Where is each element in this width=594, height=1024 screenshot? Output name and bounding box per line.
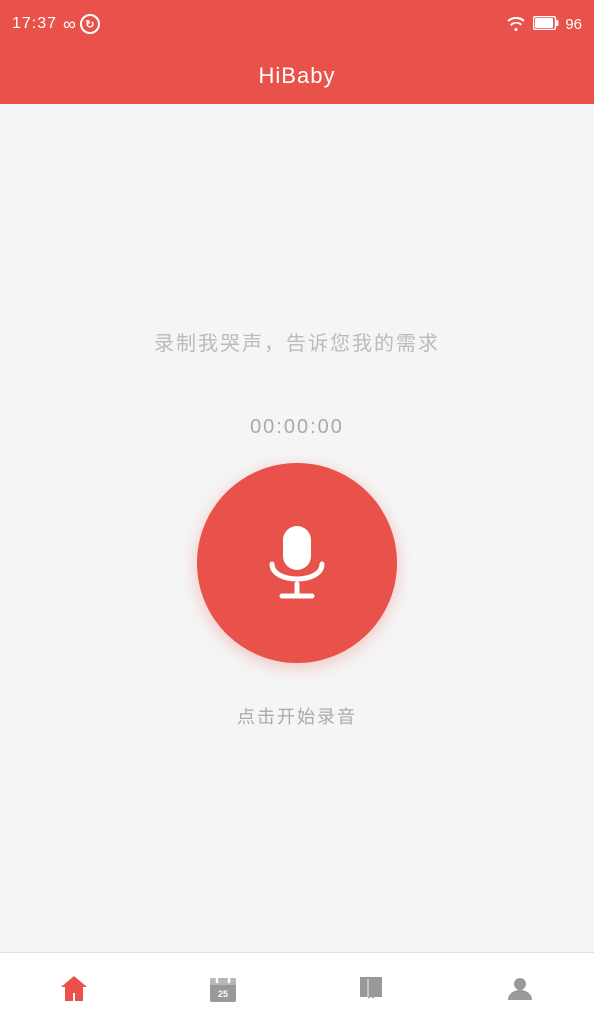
status-time: 17:37 xyxy=(12,15,57,33)
refresh-icon: ↻ xyxy=(80,14,100,34)
status-left: 17:37 ∞ ↻ xyxy=(12,14,100,35)
nav-item-home[interactable] xyxy=(0,953,149,1024)
status-right: 96 xyxy=(505,15,582,34)
svg-text:25: 25 xyxy=(218,989,228,999)
wifi-icon xyxy=(505,15,527,34)
profile-icon xyxy=(504,973,536,1005)
timer-display: 00:00:00 xyxy=(250,416,344,439)
infinity-icon: ∞ xyxy=(63,14,74,35)
battery-level: 96 xyxy=(565,16,582,33)
app-bar: HiBaby xyxy=(0,48,594,104)
nav-item-profile[interactable] xyxy=(446,953,594,1024)
app-title: HiBaby xyxy=(259,63,336,89)
record-button[interactable] xyxy=(197,463,397,663)
status-bar: 17:37 ∞ ↻ 96 xyxy=(0,0,594,48)
nav-item-calendar[interactable]: 25 xyxy=(149,953,298,1024)
book-icon xyxy=(355,973,387,1005)
nav-item-book[interactable] xyxy=(297,953,446,1024)
subtitle-text: 录制我哭声，告诉您我的需求 xyxy=(154,327,440,356)
microphone-icon xyxy=(252,518,342,608)
main-content: 录制我哭声，告诉您我的需求 00:00:00 点击开始录音 xyxy=(0,104,594,952)
bottom-nav: 25 xyxy=(0,952,594,1024)
tap-hint-text: 点击开始录音 xyxy=(237,703,357,729)
battery-icon xyxy=(533,16,559,33)
home-icon xyxy=(58,973,90,1005)
calendar-icon: 25 xyxy=(207,973,239,1005)
